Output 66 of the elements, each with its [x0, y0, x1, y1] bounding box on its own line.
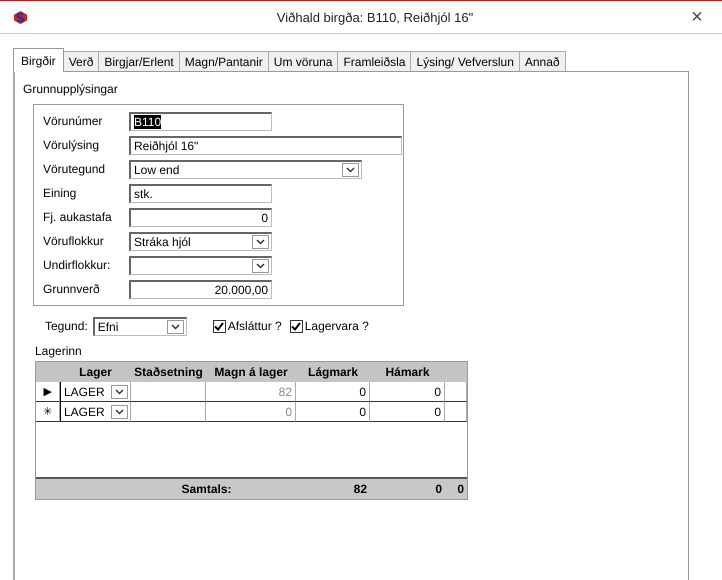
combo-box[interactable]: Low end	[129, 160, 362, 178]
dropdown-button[interactable]	[166, 320, 184, 334]
table-cell: 0	[370, 402, 445, 422]
chevron-icon	[115, 388, 124, 394]
chevron-icon	[346, 166, 355, 172]
chevron-icon	[256, 262, 265, 268]
tab[interactable]: Lýsing/ Vefverslun	[410, 51, 520, 71]
combo-box[interactable]: Efni	[92, 316, 187, 336]
totals-label: Samtals:	[180, 481, 233, 498]
chevron-icon	[170, 324, 180, 330]
tab[interactable]: Um vöruna	[268, 51, 338, 71]
field-label: Tegund:	[45, 319, 88, 333]
dropdown-button[interactable]	[342, 162, 359, 176]
chevron-icon	[256, 238, 265, 244]
tab[interactable]: Magn/Pantanir	[178, 51, 269, 71]
total-value: 82	[352, 481, 368, 498]
field-label: Undirflokkur:	[43, 258, 112, 272]
column-header: Staðsetning	[133, 364, 204, 381]
checkbox[interactable]: Afsláttur ?	[212, 319, 282, 333]
input-field[interactable]: 20.000,00	[129, 280, 272, 298]
row-indicator: ✳	[36, 402, 60, 422]
checkbox[interactable]: Lagervara ?	[290, 319, 369, 333]
input-field[interactable]: stk.	[129, 184, 272, 202]
chevron-icon	[115, 408, 124, 414]
field-label: Vörulýsing	[43, 138, 100, 152]
row-indicator: ▶	[36, 382, 60, 402]
field-label: Vöruflokkur	[43, 234, 105, 248]
column-header: Lager	[78, 364, 113, 381]
table-cell: 0	[206, 402, 296, 422]
column-header: Magn á lager	[213, 364, 289, 381]
input-field[interactable]: 0	[129, 208, 272, 226]
window-title: Viðhald birgða: B110, Reiðhjól 16"	[276, 10, 474, 24]
tab[interactable]: Annað	[518, 51, 566, 71]
total-value: 0	[456, 481, 465, 498]
combo-box[interactable]	[129, 256, 272, 274]
combo-cell[interactable]: LAGER	[60, 402, 131, 422]
column-header: Lágmark	[306, 364, 360, 381]
input-field[interactable]: B110	[129, 112, 272, 130]
field-label: Vörutegund	[43, 162, 106, 176]
section-title: Lagerinn	[35, 344, 83, 358]
input-field[interactable]: Reiðhjól 16"	[129, 136, 402, 154]
tab[interactable]: Birgðir	[13, 48, 64, 72]
dropdown-button[interactable]	[252, 234, 269, 248]
field-label: Fj. aukastafa	[43, 210, 113, 224]
tab[interactable]: Framleiðsla	[337, 51, 412, 71]
combo-cell[interactable]: LAGER	[60, 382, 131, 402]
column-header: Hámark	[384, 364, 431, 381]
table-cell: 0	[296, 382, 370, 402]
dropdown-button[interactable]	[111, 404, 128, 418]
close-button[interactable]: ×	[682, 6, 712, 28]
group-title: Grunnupplýsingar	[23, 82, 119, 96]
total-value: 0	[434, 481, 443, 498]
tab[interactable]: Birgjar/Erlent	[98, 51, 180, 71]
combo-box[interactable]: Stráka hjól	[129, 232, 272, 250]
table-cell: 82	[206, 382, 296, 402]
field-label: Eining	[43, 186, 78, 200]
check-icon	[214, 322, 224, 330]
field-label: Vörunúmer	[43, 114, 104, 128]
table-cell: 0	[370, 382, 445, 402]
logo-icon	[13, 10, 28, 24]
dropdown-button[interactable]	[252, 258, 269, 272]
dropdown-button[interactable]	[111, 384, 128, 398]
table-cell: 0	[296, 402, 370, 422]
tab[interactable]: Verð	[62, 51, 100, 71]
check-icon	[291, 322, 302, 330]
field-label: Grunnverð	[43, 282, 101, 296]
